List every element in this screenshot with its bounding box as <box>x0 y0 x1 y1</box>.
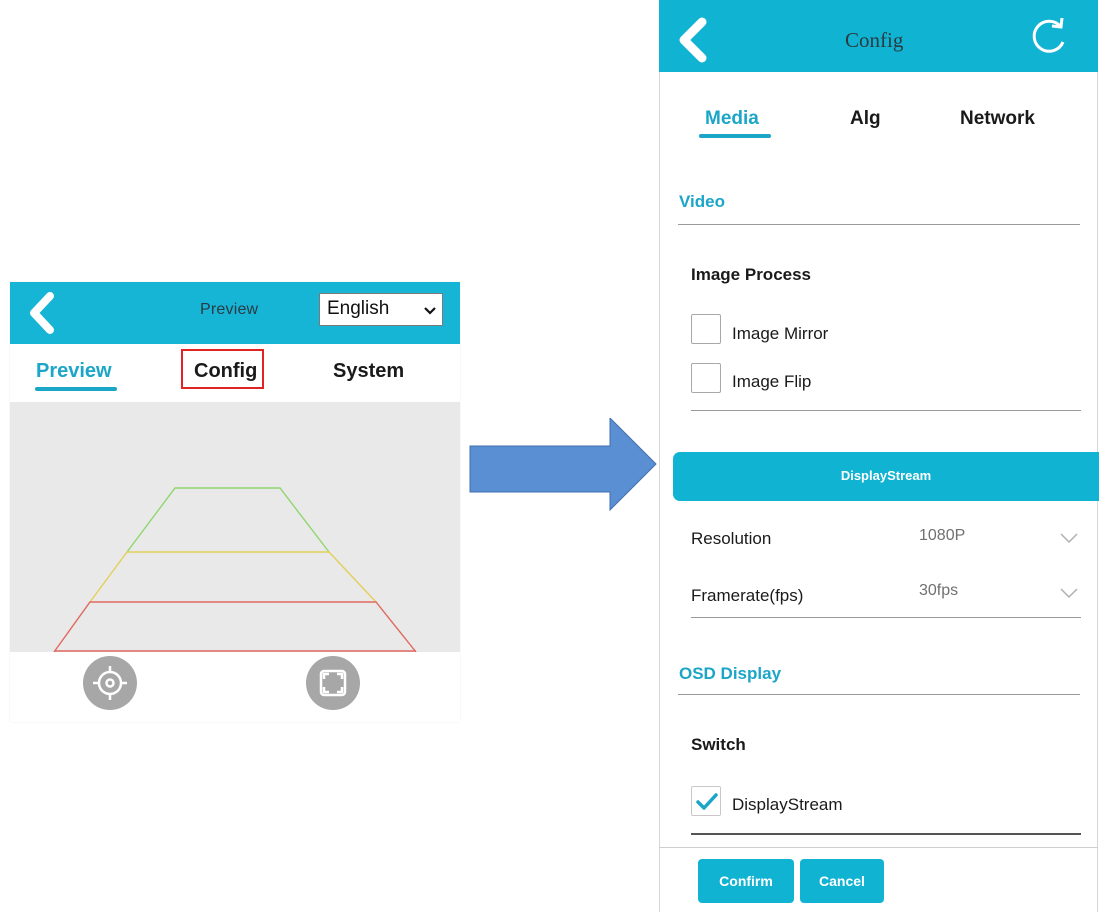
flow-arrow-icon <box>469 418 657 512</box>
camera-preview <box>10 402 460 652</box>
cancel-button[interactable]: Cancel <box>800 859 884 903</box>
page-title: Preview <box>200 301 259 318</box>
image-flip-label: Image Flip <box>732 372 812 391</box>
language-value: English <box>327 298 390 319</box>
footer-divider <box>659 847 1098 848</box>
group-title-switch: Switch <box>691 735 746 754</box>
preview-screen: Preview English Preview Config System <box>10 282 460 722</box>
divider <box>691 410 1081 411</box>
tab-system[interactable]: System <box>333 360 404 383</box>
image-flip-checkbox[interactable] <box>691 363 721 393</box>
divider <box>691 617 1081 618</box>
parking-guide-lines <box>53 487 417 652</box>
tab-network[interactable]: Network <box>960 108 1035 130</box>
active-tab-indicator <box>699 134 771 138</box>
displaystream-checkbox[interactable] <box>691 786 721 816</box>
language-select[interactable]: English <box>319 293 443 326</box>
divider <box>691 833 1081 835</box>
tutorial-figure: Preview English Preview Config System Co… <box>0 0 1100 912</box>
fullscreen-icon <box>319 669 347 697</box>
chevron-down-icon[interactable] <box>1059 587 1079 599</box>
displaystream-option-label: DisplayStream <box>732 795 843 814</box>
target-button[interactable] <box>83 656 137 710</box>
chevron-down-icon <box>424 307 436 315</box>
tab-config[interactable]: Config <box>194 360 257 383</box>
section-title-video: Video <box>679 192 725 211</box>
back-arrow-icon[interactable] <box>675 17 709 63</box>
preview-tabs: Preview Config System <box>10 344 460 402</box>
displaystream-title: DisplayStream <box>840 468 932 483</box>
resolution-label: Resolution <box>691 529 772 548</box>
preview-header: Preview English <box>10 282 460 344</box>
resolution-select[interactable]: 1080P <box>919 527 965 545</box>
image-mirror-label: Image Mirror <box>732 324 829 343</box>
guide-line-middle <box>89 551 377 603</box>
tab-media[interactable]: Media <box>705 108 759 130</box>
preview-controls <box>10 652 460 722</box>
displaystream-panel-header[interactable]: DisplayStream <box>673 452 1099 501</box>
image-mirror-checkbox[interactable] <box>691 314 721 344</box>
config-screen: Config Media Alg Network Video Image Pro… <box>659 0 1099 912</box>
fullscreen-button[interactable] <box>306 656 360 710</box>
tab-preview[interactable]: Preview <box>36 360 112 383</box>
page-title: Config <box>845 28 904 52</box>
confirm-button[interactable]: Confirm <box>698 859 794 903</box>
divider <box>678 694 1080 695</box>
section-title-osd-display: OSD Display <box>679 664 782 683</box>
active-tab-indicator <box>35 387 117 391</box>
refresh-icon[interactable] <box>1028 18 1068 58</box>
group-title-image-process: Image Process <box>691 265 812 284</box>
guide-line-far <box>126 487 330 553</box>
target-icon <box>93 666 127 700</box>
chevron-down-icon[interactable] <box>1059 532 1079 544</box>
tab-alg[interactable]: Alg <box>850 108 881 130</box>
back-arrow-icon[interactable] <box>26 292 56 334</box>
guide-line-near <box>53 601 417 652</box>
framerate-label: Framerate(fps) <box>691 586 804 605</box>
checkmark-icon <box>696 793 718 810</box>
divider <box>678 224 1080 225</box>
config-tabs: Media Alg Network <box>659 72 1098 164</box>
framerate-select[interactable]: 30fps <box>919 582 958 600</box>
config-header: Config <box>659 0 1098 72</box>
